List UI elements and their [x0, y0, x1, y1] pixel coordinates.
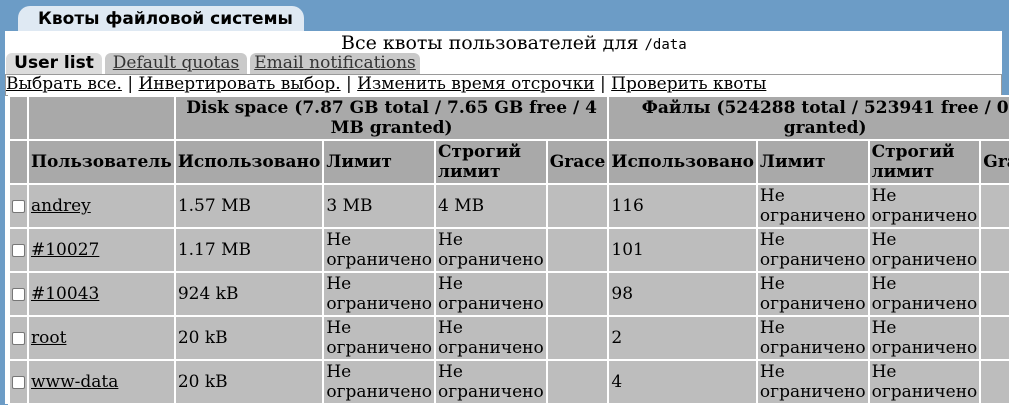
disk-hard-limit-cell: Не ограничено: [436, 273, 546, 315]
files-grace-cell: [981, 317, 1009, 359]
disk-used-cell: 924 kB: [175, 273, 323, 315]
files-grace-cell: [981, 273, 1009, 315]
module-title-tab: Квоты файловой системы: [18, 6, 304, 32]
separator: |: [127, 74, 134, 94]
disk-hard-limit-cell: Не ограничено: [436, 317, 546, 359]
row-checkbox[interactable]: [12, 332, 25, 345]
row-checkbox-cell: [10, 185, 27, 227]
disk-hard-limit-cell: 4 MB: [436, 185, 546, 227]
files-grace-cell: [981, 361, 1009, 403]
change-grace-time-link[interactable]: Изменить время отсрочки: [357, 74, 594, 94]
disk-limit-cell: 3 MB: [324, 185, 435, 227]
tab-user-list[interactable]: User list: [6, 53, 102, 74]
col-files-used: Использовано: [609, 141, 756, 183]
disk-limit-cell: Не ограничено: [324, 273, 435, 315]
files-limit-cell: Не ограничено: [757, 317, 868, 359]
files-limit-cell: Не ограничено: [757, 273, 868, 315]
disk-used-cell: 20 kB: [175, 361, 323, 403]
files-grace-cell: [981, 185, 1009, 227]
header-blank-cell: [10, 97, 27, 139]
disk-space-header: Disk space (7.87 GB total / 7.65 GB free…: [175, 97, 608, 139]
disk-used-cell: 1.17 MB: [175, 229, 323, 271]
col-disk-limit: Лимит: [324, 141, 435, 183]
files-hard-limit-cell: Не ограничено: [869, 317, 980, 359]
table-row: #10027 1.17 MB Не ограничено Не ограниче…: [10, 229, 1009, 271]
user-cell: andrey: [29, 185, 174, 227]
disk-hard-limit-cell: Не ограничено: [436, 229, 546, 271]
user-cell: www-data: [29, 361, 174, 403]
user-link[interactable]: andrey: [31, 196, 91, 216]
subtitle-text: Все квоты пользователей для: [341, 32, 645, 54]
user-link[interactable]: root: [31, 328, 66, 348]
tab-email-notifications[interactable]: Email notifications: [250, 53, 420, 74]
page-subtitle: Все квоты пользователей для /data: [341, 32, 687, 54]
disk-grace-cell: [547, 273, 608, 315]
table-row: #10043 924 kB Не ограничено Не ограничен…: [10, 273, 1009, 315]
main-panel: Все квоты пользователей для /data User l…: [5, 31, 1009, 405]
user-cell: root: [29, 317, 174, 359]
row-checkbox[interactable]: [12, 200, 25, 213]
files-header: Файлы (524288 total / 523941 free / 0 gr…: [609, 97, 1009, 139]
user-link[interactable]: #10027: [31, 240, 99, 260]
user-cell: #10027: [29, 229, 174, 271]
separator: |: [600, 74, 606, 94]
row-checkbox-cell: [10, 229, 27, 271]
col-files-grace: Grace: [981, 141, 1009, 183]
table-row: andrey 1.57 MB 3 MB 4 MB 116 Не ограниче…: [10, 185, 1009, 227]
col-files-limit: Лимит: [757, 141, 868, 183]
column-header-row: Пользователь Использовано Лимит Строгий …: [10, 141, 1009, 183]
disk-grace-cell: [547, 361, 608, 403]
disk-grace-cell: [547, 317, 608, 359]
col-files-hard-limit: Строгий лимит: [869, 141, 980, 183]
table-row: root 20 kB Не ограничено Не ограничено 2…: [10, 317, 1009, 359]
files-hard-limit-cell: Не ограничено: [869, 185, 980, 227]
header-blank-cell: [29, 97, 174, 139]
files-used-cell: 98: [609, 273, 756, 315]
disk-grace-cell: [547, 229, 608, 271]
files-limit-cell: Не ограничено: [757, 185, 868, 227]
user-link[interactable]: #10043: [31, 284, 99, 304]
disk-limit-cell: Не ограничено: [324, 361, 435, 403]
disk-limit-cell: Не ограничено: [324, 229, 435, 271]
invert-selection-link[interactable]: Инвертировать выбор.: [138, 74, 340, 94]
files-hard-limit-cell: Не ограничено: [869, 229, 980, 271]
quota-table: Disk space (7.87 GB total / 7.65 GB free…: [8, 95, 1009, 405]
separator: |: [346, 74, 352, 94]
col-disk-grace: Grace: [547, 141, 608, 183]
disk-hard-limit-cell: Не ограничено: [436, 361, 546, 403]
row-checkbox[interactable]: [12, 376, 25, 389]
subtitle-path: /data: [644, 37, 687, 53]
disk-grace-cell: [547, 185, 608, 227]
col-disk-used: Использовано: [175, 141, 323, 183]
tab-default-quotas[interactable]: Default quotas: [105, 53, 247, 74]
col-disk-hard-limit: Строгий лимит: [436, 141, 546, 183]
col-user: Пользователь: [29, 141, 174, 183]
files-used-cell: 101: [609, 229, 756, 271]
files-limit-cell: Не ограничено: [757, 229, 868, 271]
row-checkbox[interactable]: [12, 288, 25, 301]
files-hard-limit-cell: Не ограничено: [869, 361, 980, 403]
files-used-cell: 116: [609, 185, 756, 227]
table-row: www-data 20 kB Не ограничено Не ограниче…: [10, 361, 1009, 403]
disk-used-cell: 1.57 MB: [175, 185, 323, 227]
files-used-cell: 2: [609, 317, 756, 359]
files-used-cell: 4: [609, 361, 756, 403]
action-links: Выбрать все. | Инвертировать выбор. | Из…: [5, 74, 1002, 96]
header-blank-cell: [10, 141, 27, 183]
row-checkbox-cell: [10, 361, 27, 403]
user-cell: #10043: [29, 273, 174, 315]
files-limit-cell: Не ограничено: [757, 361, 868, 403]
disk-used-cell: 20 kB: [175, 317, 323, 359]
check-quotas-link[interactable]: Проверить квоты: [611, 74, 766, 94]
user-link[interactable]: www-data: [31, 372, 118, 392]
row-checkbox-cell: [10, 317, 27, 359]
files-grace-cell: [981, 229, 1009, 271]
row-checkbox[interactable]: [12, 244, 25, 257]
disk-limit-cell: Не ограничено: [324, 317, 435, 359]
select-all-link[interactable]: Выбрать все.: [6, 74, 122, 94]
row-checkbox-cell: [10, 273, 27, 315]
group-header-row: Disk space (7.87 GB total / 7.65 GB free…: [10, 97, 1009, 139]
files-hard-limit-cell: Не ограничено: [869, 273, 980, 315]
